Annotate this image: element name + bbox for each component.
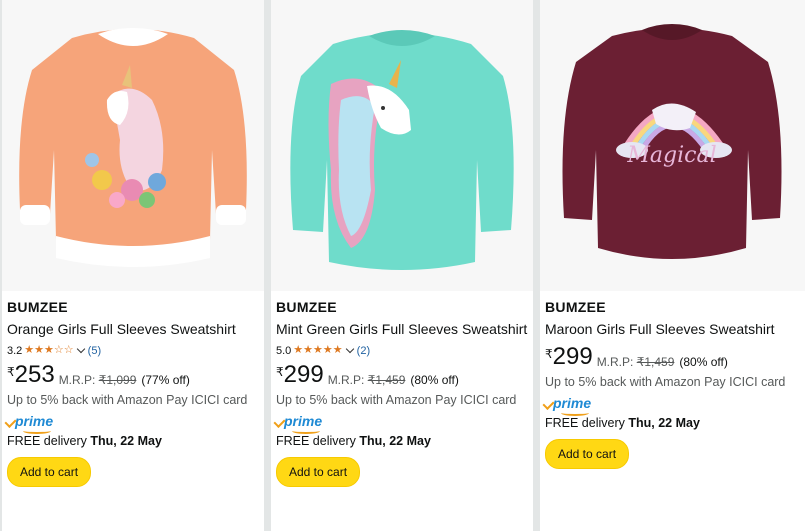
chevron-down-icon[interactable]: [76, 344, 85, 354]
product-card: BUMZEE Mint Green Girls Full Sleeves Swe…: [271, 0, 533, 531]
product-title-link[interactable]: Orange Girls Full Sleeves Sweatshirt: [7, 319, 260, 340]
prime-badge: prime: [4, 413, 260, 434]
price-row: ₹ 299 M.R.P: ₹1,459 (80% off): [276, 362, 529, 392]
product-brand: BUMZEE: [545, 299, 606, 315]
prime-badge: prime: [542, 395, 801, 416]
discount: (80% off): [679, 355, 728, 369]
price: 253: [14, 361, 55, 388]
review-count-link[interactable]: (2): [357, 344, 370, 358]
orange-sweatshirt-unicorn-image: [19, 28, 247, 267]
prime-smile-icon: [23, 428, 51, 434]
star-rating-icon: ★ ★ ★ ☆ ☆: [24, 344, 74, 356]
rating-value: 3.2: [7, 344, 23, 357]
price: 299: [283, 361, 324, 388]
mrp-value: ₹1,459: [367, 373, 406, 387]
currency-symbol: ₹: [545, 347, 553, 361]
discount: (80% off): [410, 373, 459, 387]
prime-smile-icon: [561, 410, 589, 416]
mrp-value: ₹1,099: [98, 373, 137, 387]
product-image-maroon[interactable]: Magical: [540, 0, 805, 291]
mint-sweatshirt-unicorn-image: [290, 30, 514, 270]
delivery-info: FREE delivery Thu, 22 May: [545, 416, 700, 430]
magical-text: Magical: [626, 143, 716, 168]
rating-value: 5.0: [276, 344, 292, 357]
currency-symbol: ₹: [7, 365, 15, 379]
delivery-info: FREE delivery Thu, 22 May: [276, 434, 431, 448]
mrp-value: ₹1,459: [636, 355, 675, 369]
maroon-sweatshirt-unicorn-image: Magical: [562, 24, 782, 259]
mrp: M.R.P: ₹1,099: [58, 373, 137, 387]
product-image-mint[interactable]: [271, 0, 533, 291]
rating-row[interactable]: 3.2 ★ ★ ★ ☆ ☆ (5): [7, 343, 260, 358]
prime-badge: prime: [273, 413, 529, 434]
cashback-text: Up to 5% back with Amazon Pay ICICI card: [7, 393, 248, 407]
price-row: ₹ 253 M.R.P: ₹1,099 (77% off): [7, 362, 260, 392]
prime-smile-icon: [292, 428, 320, 434]
product-title-link[interactable]: Mint Green Girls Full Sleeves Sweatshirt: [276, 319, 529, 340]
mrp: M.R.P: ₹1,459: [596, 355, 675, 369]
star-rating-icon: ★ ★ ★ ★ ★: [293, 344, 343, 356]
add-to-cart-button[interactable]: Add to cart: [545, 439, 630, 469]
rating-row[interactable]: 5.0 ★ ★ ★ ★ ★ (2): [276, 343, 529, 358]
product-card: Magical BUMZEE Maroon Girls Full Sleeves…: [540, 0, 805, 531]
prime-label: prime: [284, 413, 323, 429]
product-brand: BUMZEE: [7, 299, 68, 315]
product-brand: BUMZEE: [276, 299, 337, 315]
cashback-text: Up to 5% back with Amazon Pay ICICI card: [276, 393, 517, 407]
review-count-link[interactable]: (5): [88, 344, 101, 358]
add-to-cart-button[interactable]: Add to cart: [7, 457, 92, 487]
currency-symbol: ₹: [276, 365, 284, 379]
price: 299: [552, 343, 593, 370]
prime-label: prime: [553, 395, 592, 411]
product-card: BUMZEE Orange Girls Full Sleeves Sweatsh…: [2, 0, 264, 531]
prime-label: prime: [15, 413, 54, 429]
product-title-link[interactable]: Maroon Girls Full Sleeves Sweatshirt: [545, 319, 801, 340]
discount: (77% off): [141, 373, 190, 387]
mrp: M.R.P: ₹1,459: [327, 373, 406, 387]
add-to-cart-button[interactable]: Add to cart: [276, 457, 361, 487]
chevron-down-icon[interactable]: [345, 344, 354, 354]
product-image-orange[interactable]: [2, 0, 264, 291]
cashback-text: Up to 5% back with Amazon Pay ICICI card: [545, 375, 786, 389]
price-row: ₹ 299 M.R.P: ₹1,459 (80% off): [545, 344, 801, 374]
delivery-info: FREE delivery Thu, 22 May: [7, 434, 162, 448]
